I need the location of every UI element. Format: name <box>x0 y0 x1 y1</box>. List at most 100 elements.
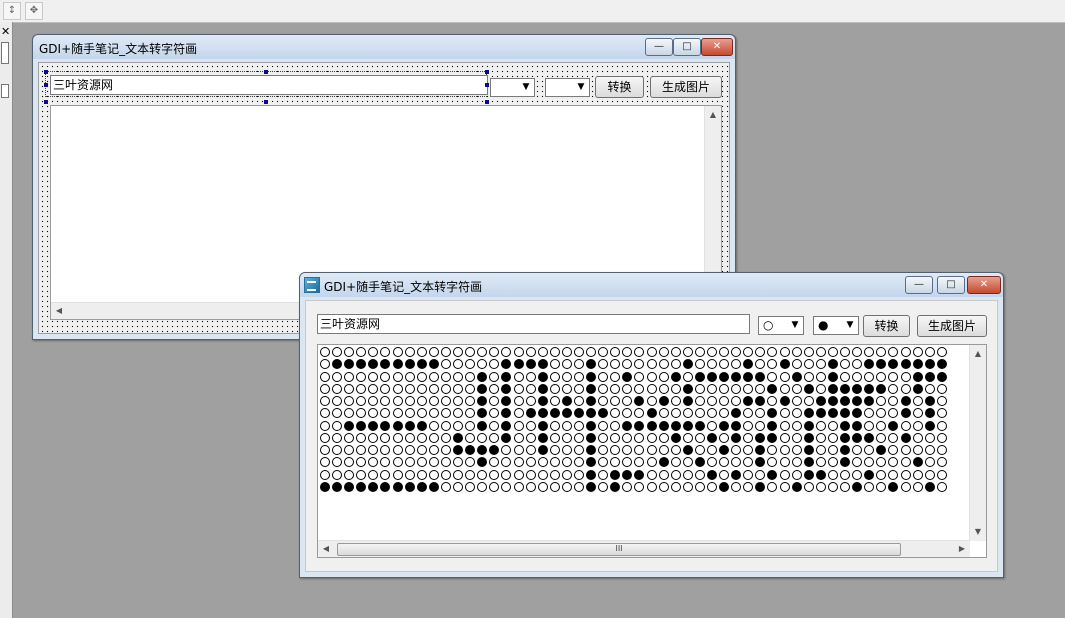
empty-dot <box>573 432 584 443</box>
empty-symbol-select[interactable]: ○ ▼ <box>758 316 804 335</box>
filled-dot <box>586 420 597 431</box>
make-image-button[interactable]: 生成图片 <box>917 315 987 337</box>
scroll-right-icon[interactable]: ▶ <box>955 542 969 556</box>
empty-dot <box>368 347 379 358</box>
empty-dot <box>767 445 778 456</box>
filled-dot <box>598 408 609 419</box>
resize-handle[interactable] <box>485 100 489 104</box>
scroll-up-icon[interactable]: ▲ <box>706 108 720 122</box>
resize-handle[interactable] <box>264 70 268 74</box>
filled-dot <box>501 420 512 431</box>
resize-handle[interactable] <box>44 83 48 87</box>
empty-dot <box>489 457 500 468</box>
close-panel-icon[interactable]: ✕ <box>1 25 10 38</box>
empty-dot <box>912 408 923 419</box>
empty-dot <box>658 347 669 358</box>
empty-dot <box>453 371 464 382</box>
empty-dot <box>440 457 451 468</box>
resize-vertical-icon[interactable]: ↕ <box>3 2 21 20</box>
empty-dot <box>924 469 935 480</box>
filled-dot <box>840 432 851 443</box>
empty-dot <box>694 396 705 407</box>
panel-tab[interactable] <box>1 84 9 98</box>
filled-dot <box>767 469 778 480</box>
empty-dot <box>815 420 826 431</box>
scroll-thumb[interactable]: III <box>337 543 901 556</box>
empty-dot <box>537 481 548 492</box>
maximize-button[interactable]: □ <box>673 38 701 56</box>
filled-dot <box>755 457 766 468</box>
empty-dot <box>743 383 754 394</box>
vertical-scrollbar[interactable]: ▲ ▼ <box>969 345 986 541</box>
filled-dot <box>743 359 754 370</box>
empty-dot <box>719 396 730 407</box>
minimize-button[interactable]: — <box>905 276 933 294</box>
empty-dot <box>731 359 742 370</box>
scroll-left-icon[interactable]: ◀ <box>319 542 333 556</box>
empty-dot <box>876 420 887 431</box>
filled-dot <box>719 371 730 382</box>
empty-dot <box>815 347 826 358</box>
designer-filled-symbol-select[interactable]: ▼ <box>545 78 590 97</box>
designer-convert-button[interactable]: 转换 <box>595 76 644 98</box>
minimize-button[interactable]: — <box>645 38 673 56</box>
designer-titlebar[interactable]: GDI+随手笔记_文本转字符画 — □ ✕ <box>33 35 735 59</box>
empty-dot <box>428 408 439 419</box>
filled-symbol-select[interactable]: ● ▼ <box>813 316 859 335</box>
empty-dot <box>573 420 584 431</box>
ascii-art-output[interactable]: ▲ ▼ ◀ III ▶ <box>317 344 987 558</box>
move-icon[interactable]: ✥ <box>25 2 43 20</box>
horizontal-scrollbar[interactable]: ◀ III ▶ <box>318 540 970 557</box>
empty-dot <box>404 347 415 358</box>
resize-handle[interactable] <box>485 70 489 74</box>
empty-dot <box>344 408 355 419</box>
empty-dot <box>416 445 427 456</box>
filled-dot <box>803 408 814 419</box>
empty-dot <box>634 481 645 492</box>
empty-dot <box>549 347 560 358</box>
empty-dot <box>924 383 935 394</box>
designer-text-input[interactable]: 三叶资源网 <box>50 75 488 95</box>
resize-handle[interactable] <box>44 70 48 74</box>
empty-dot <box>549 371 560 382</box>
empty-dot <box>622 457 633 468</box>
empty-dot <box>561 359 572 370</box>
designer-make-image-button[interactable]: 生成图片 <box>650 76 722 98</box>
resize-handle[interactable] <box>264 100 268 104</box>
empty-dot <box>344 347 355 358</box>
empty-dot <box>731 445 742 456</box>
maximize-button[interactable]: □ <box>937 276 965 294</box>
empty-dot <box>719 457 730 468</box>
filled-dot <box>586 408 597 419</box>
empty-dot <box>332 408 343 419</box>
empty-dot <box>670 347 681 358</box>
resize-handle[interactable] <box>485 83 489 87</box>
empty-dot <box>453 347 464 358</box>
filled-dot <box>658 457 669 468</box>
app-titlebar[interactable]: GDI+随手笔记_文本转字符画 — □ ✕ <box>300 273 1003 297</box>
filled-dot <box>876 445 887 456</box>
empty-dot <box>864 445 875 456</box>
scroll-down-icon[interactable]: ▼ <box>971 525 985 539</box>
panel-tab[interactable] <box>1 42 9 64</box>
empty-dot <box>791 408 802 419</box>
empty-dot <box>670 383 681 394</box>
convert-button[interactable]: 转换 <box>863 315 910 337</box>
close-button[interactable]: ✕ <box>701 38 733 56</box>
scroll-up-icon[interactable]: ▲ <box>971 347 985 361</box>
filled-dot <box>537 359 548 370</box>
filled-dot <box>767 408 778 419</box>
close-button[interactable]: ✕ <box>967 276 1001 294</box>
empty-dot <box>610 457 621 468</box>
empty-dot <box>525 445 536 456</box>
filled-dot <box>416 481 427 492</box>
resize-handle[interactable] <box>44 100 48 104</box>
empty-dot <box>610 432 621 443</box>
empty-dot <box>936 445 947 456</box>
filled-dot <box>453 432 464 443</box>
scroll-left-icon[interactable]: ◀ <box>52 304 66 318</box>
designer-empty-symbol-select[interactable]: ▼ <box>490 78 535 97</box>
text-input[interactable]: 三叶资源网 <box>317 314 750 334</box>
empty-dot <box>610 396 621 407</box>
empty-dot <box>779 445 790 456</box>
